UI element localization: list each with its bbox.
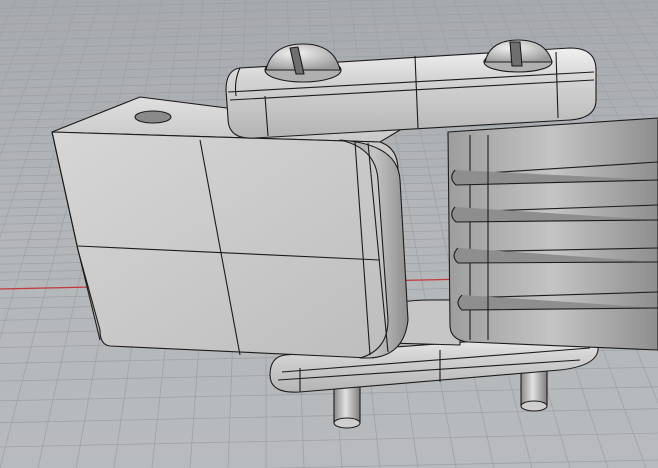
grid-line bbox=[263, 459, 658, 468]
left-block[interactable] bbox=[51, 96, 409, 359]
grid-line bbox=[0, 432, 658, 448]
pin-left[interactable] bbox=[333, 382, 361, 429]
grid-line bbox=[0, 25, 658, 41]
pin-right[interactable] bbox=[520, 367, 548, 412]
grid-line bbox=[0, 9, 658, 25]
grid-line bbox=[0, 17, 658, 33]
bolt-hole bbox=[134, 110, 172, 124]
grid-line bbox=[0, 408, 658, 424]
grid-line bbox=[0, 33, 658, 49]
grid-line bbox=[0, 0, 79, 239]
right-ribbed-block[interactable] bbox=[447, 117, 658, 351]
perspective-viewport[interactable] bbox=[0, 0, 658, 468]
viewport-canvas[interactable] bbox=[0, 0, 658, 468]
screw-head-left[interactable] bbox=[264, 43, 342, 83]
grid-line bbox=[0, 1, 658, 17]
grid-line bbox=[0, 0, 58, 158]
